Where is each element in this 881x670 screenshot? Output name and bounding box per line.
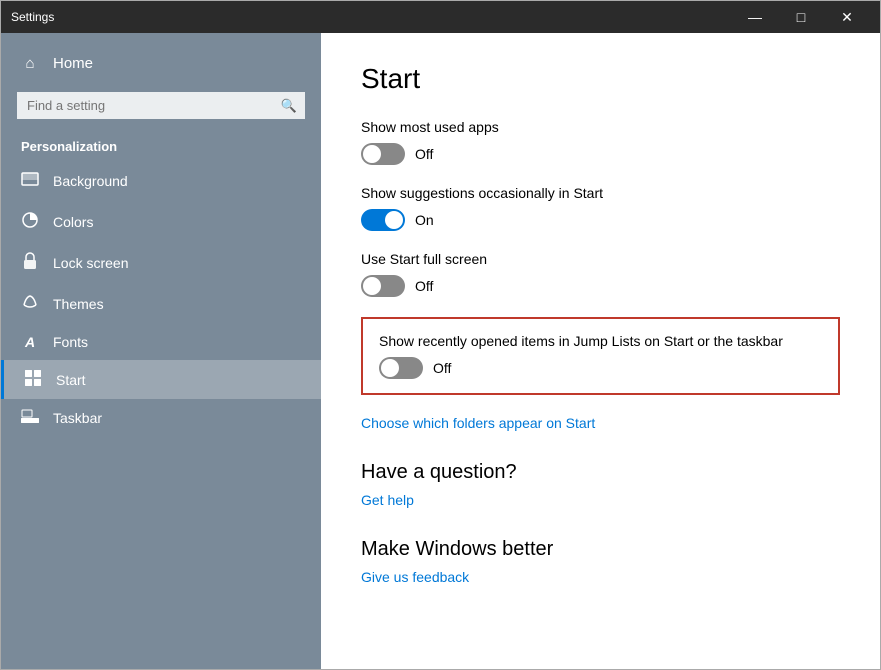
jump-lists-label: Show recently opened items in Jump Lists… (379, 333, 822, 349)
start-label: Start (56, 372, 86, 388)
minimize-button[interactable]: — (732, 1, 778, 33)
main-content: Start Show most used apps Off Show sugge… (321, 33, 880, 669)
full-screen-state: Off (415, 278, 433, 294)
setting-jump-lists-highlighted: Show recently opened items in Jump Lists… (361, 317, 840, 395)
most-used-apps-state: Off (415, 146, 433, 162)
taskbar-label: Taskbar (53, 410, 102, 426)
jump-lists-state: Off (433, 360, 451, 376)
have-question-section: Have a question? Get help (361, 461, 840, 510)
start-icon (24, 370, 42, 389)
toggle-thumb-jl (381, 359, 399, 377)
toggle-thumb-on (385, 211, 403, 229)
background-label: Background (53, 173, 128, 189)
setting-full-screen: Use Start full screen Off (361, 251, 840, 297)
sidebar-item-lock-screen[interactable]: Lock screen (1, 242, 321, 283)
have-question-title: Have a question? (361, 461, 840, 484)
lock-icon (21, 252, 39, 273)
suggestions-state: On (415, 212, 434, 228)
jump-lists-toggle[interactable] (379, 357, 423, 379)
titlebar: Settings — □ ✕ (1, 1, 880, 33)
colors-label: Colors (53, 214, 93, 230)
most-used-apps-toggle[interactable] (361, 143, 405, 165)
lock-screen-label: Lock screen (53, 255, 128, 271)
fonts-icon: A (21, 334, 39, 350)
toggle-thumb-fs (363, 277, 381, 295)
themes-label: Themes (53, 296, 104, 312)
suggestions-toggle[interactable] (361, 209, 405, 231)
search-input[interactable] (17, 92, 305, 119)
background-icon (21, 170, 39, 191)
search-icon: 🔍 (281, 98, 297, 114)
setting-most-used-apps: Show most used apps Off (361, 119, 840, 165)
home-nav-item[interactable]: ⌂ Home (1, 43, 321, 84)
sidebar-section-title: Personalization (1, 127, 321, 160)
maximize-button[interactable]: □ (778, 1, 824, 33)
full-screen-toggle[interactable] (361, 275, 405, 297)
sidebar: ⌂ Home 🔍 Personalization Background (1, 33, 321, 669)
titlebar-title: Settings (11, 10, 54, 24)
sidebar-item-background[interactable]: Background (1, 160, 321, 201)
colors-icon (21, 211, 39, 232)
themes-icon (21, 293, 39, 314)
suggestions-label: Show suggestions occasionally in Start (361, 185, 840, 201)
feedback-link[interactable]: Give us feedback (361, 569, 469, 585)
toggle-thumb (363, 145, 381, 163)
most-used-apps-label: Show most used apps (361, 119, 840, 135)
make-better-section: Make Windows better Give us feedback (361, 538, 840, 587)
fonts-label: Fonts (53, 334, 88, 350)
setting-suggestions: Show suggestions occasionally in Start O… (361, 185, 840, 231)
make-better-title: Make Windows better (361, 538, 840, 561)
sidebar-item-colors[interactable]: Colors (1, 201, 321, 242)
page-title: Start (361, 63, 840, 95)
home-label: Home (53, 55, 93, 72)
taskbar-icon (21, 409, 39, 426)
titlebar-controls: — □ ✕ (732, 1, 870, 33)
sidebar-item-taskbar[interactable]: Taskbar (1, 399, 321, 436)
home-icon: ⌂ (21, 55, 39, 72)
get-help-link[interactable]: Get help (361, 492, 414, 508)
search-box: 🔍 (17, 92, 305, 119)
full-screen-label: Use Start full screen (361, 251, 840, 267)
close-button[interactable]: ✕ (824, 1, 870, 33)
folders-link[interactable]: Choose which folders appear on Start (361, 415, 595, 431)
sidebar-item-start[interactable]: Start (1, 360, 321, 399)
sidebar-item-themes[interactable]: Themes (1, 283, 321, 324)
sidebar-item-fonts[interactable]: A Fonts (1, 324, 321, 360)
